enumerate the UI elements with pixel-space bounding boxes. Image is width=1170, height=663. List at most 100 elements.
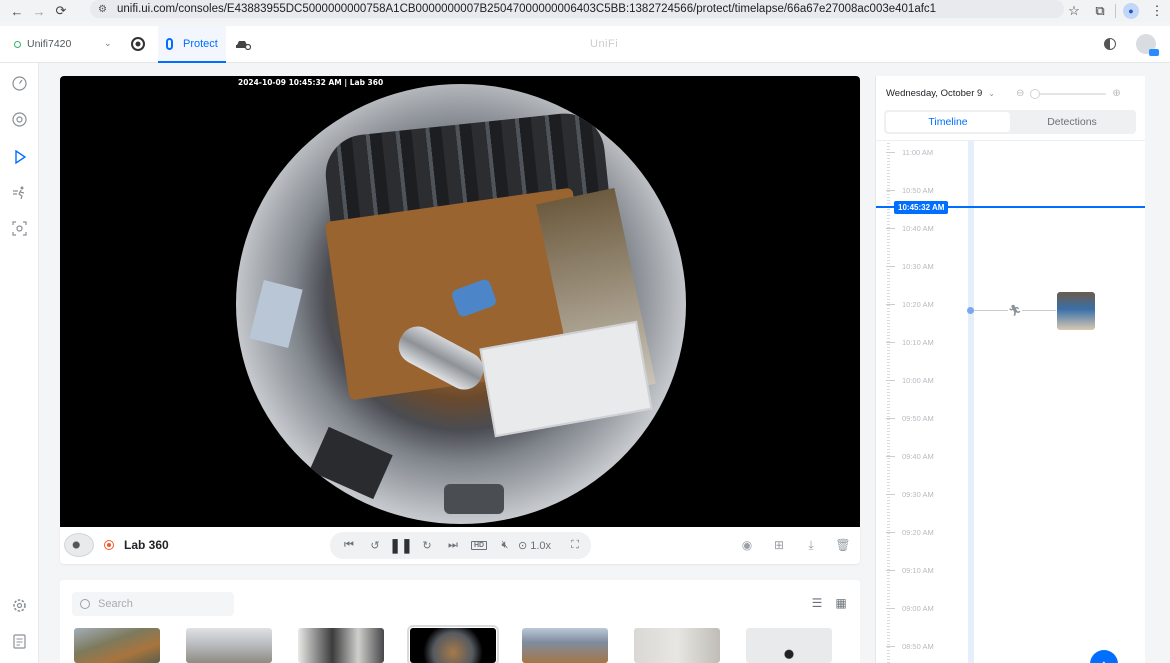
online-status-icon — [14, 40, 21, 48]
camera-thumbnail[interactable] — [186, 628, 272, 663]
timeline-tick: 10:20 AM — [886, 300, 934, 309]
video-timestamp-overlay: 2024-10-09 10:45:32 AM | Lab 360 — [238, 78, 384, 87]
protect-app-tab[interactable]: Protect — [158, 26, 226, 63]
back-icon[interactable]: ← — [6, 0, 28, 22]
camera-thumbnail-selected[interactable] — [407, 625, 499, 663]
address-bar[interactable]: ⚙ unifi.ui.com/consoles/E43883955DC50000… — [90, 0, 1064, 18]
camera-thumbnail[interactable] — [634, 628, 720, 663]
timeline-tabs: Timeline Detections — [884, 110, 1136, 134]
playhead-time[interactable]: 10:45:32 AM — [894, 201, 949, 214]
right-gutter — [1145, 63, 1170, 663]
timeline-tick: 10:30 AM — [886, 262, 934, 271]
timeline-tick: 11:00 AM — [886, 148, 933, 157]
camera-thumbnail[interactable] — [746, 628, 832, 663]
floor-mat — [309, 426, 393, 500]
speed-label: 1.0x — [530, 539, 552, 552]
mute-icon[interactable]: 🔇︎ — [492, 532, 518, 559]
car-settings-icon[interactable] — [235, 36, 251, 52]
search-icon — [80, 599, 90, 609]
floor-plate — [444, 484, 504, 514]
search-input[interactable] — [98, 598, 218, 610]
site-info-icon[interactable]: ⚙ — [98, 4, 107, 15]
timeline-tick: 09:40 AM — [886, 452, 934, 461]
scroll-to-live-button[interactable]: ↑ — [1090, 650, 1118, 663]
reload-icon[interactable]: ⟳ — [50, 0, 72, 22]
playback-icon[interactable] — [11, 148, 28, 165]
grid-view-icon[interactable]: ▦ — [834, 596, 848, 610]
settings-gear-icon[interactable] — [11, 597, 28, 614]
timeline-tick: 10:10 AM — [886, 338, 934, 347]
camera-list-panel: ☰ ▦ — [60, 580, 860, 663]
search-box[interactable] — [72, 592, 234, 616]
avatar-badge — [1149, 49, 1159, 56]
extensions-icon[interactable]: ⧉ — [1087, 0, 1113, 22]
divider — [876, 140, 1146, 141]
timeline-tick: 10:00 AM — [886, 376, 934, 385]
camera-name[interactable]: Lab 360 — [124, 538, 169, 552]
user-avatar[interactable] — [1136, 34, 1159, 56]
timeline-tick: 09:50 AM — [886, 414, 934, 423]
url-text[interactable]: unifi.ui.com/consoles/E43883955DC5000000… — [117, 3, 936, 15]
theme-toggle-icon[interactable] — [1104, 38, 1116, 50]
bookmark-star-icon[interactable]: ☆ — [1061, 0, 1087, 22]
video-player[interactable]: 2024-10-09 10:45:32 AM | Lab 360 — [60, 76, 860, 527]
skip-next-icon[interactable]: ⏭ — [440, 532, 466, 559]
browser-menu-icon[interactable]: ⋮ — [1144, 0, 1170, 22]
playback-controls: ⏮ ↺ ❚❚ ↻ ⏭ HD 🔇︎ ⊙ 1.0x ⛶ — [330, 532, 591, 559]
event-marker[interactable] — [967, 307, 974, 314]
camera-model-icon — [64, 533, 94, 557]
multiview-icon[interactable]: ⊞ — [770, 535, 788, 555]
snapshot-icon[interactable]: ◉ — [738, 535, 756, 555]
fisheye-camera-frame — [236, 84, 686, 524]
skip-to-start-icon[interactable]: ⏮ — [336, 532, 362, 559]
timeline-tick: 10:40 AM — [886, 224, 934, 233]
rewind-icon[interactable]: ↺ — [362, 532, 388, 559]
camera-thumbnail[interactable] — [522, 628, 608, 663]
list-view-icon[interactable]: ☰ — [810, 596, 824, 610]
hd-quality-icon[interactable]: HD — [466, 532, 492, 559]
face-recognition-icon[interactable] — [11, 220, 28, 237]
camera-thumbnail[interactable] — [74, 628, 160, 663]
pause-icon[interactable]: ❚❚ — [388, 532, 414, 559]
tab-detections[interactable]: Detections — [1010, 112, 1134, 132]
timeline-tick: 09:20 AM — [886, 528, 934, 537]
zoom-in-icon[interactable]: ⊕ — [1112, 88, 1120, 99]
timeline-tick: 09:30 AM — [886, 490, 934, 499]
fullscreen-icon[interactable]: ⛶ — [562, 532, 588, 559]
timeline-tick: 09:00 AM — [886, 604, 934, 613]
recording-indicator-icon — [104, 540, 114, 550]
playback-speed[interactable]: ⊙ 1.0x — [518, 539, 562, 553]
fast-forward-icon[interactable]: ↻ — [414, 532, 440, 559]
person-motion-icon: 🏃︎ — [1008, 303, 1022, 317]
zoom-out-icon[interactable]: ⊖ — [1016, 88, 1024, 99]
date-selector[interactable]: Wednesday, October 9 ⌄ — [886, 88, 995, 99]
profile-icon[interactable]: ● — [1118, 0, 1144, 22]
toolbar-divider — [1115, 4, 1116, 18]
detection-thumbnail[interactable] — [1057, 292, 1095, 330]
tab-timeline[interactable]: Timeline — [886, 112, 1010, 132]
unifi-os-icon[interactable] — [130, 36, 146, 52]
console-name[interactable]: Unifi7420 — [27, 38, 71, 50]
forward-icon[interactable]: → — [28, 0, 50, 22]
chevron-down-icon[interactable]: ⌄ — [104, 38, 112, 49]
devices-icon[interactable] — [11, 111, 28, 128]
chevron-down-icon[interactable]: ⌄ — [988, 89, 995, 98]
detections-icon[interactable] — [11, 184, 28, 201]
app-header: Unifi7420 ⌄ Protect UniFi — [0, 26, 1170, 63]
delete-trash-icon[interactable]: 🗑︎ — [834, 535, 852, 555]
camera-thumbnail[interactable] — [298, 628, 384, 663]
zoom-slider-handle[interactable] — [1030, 88, 1041, 99]
speed-icon: ⊙ — [518, 540, 528, 552]
player-control-bar: Lab 360 ⏮ ↺ ❚❚ ↻ ⏭ HD 🔇︎ ⊙ 1.0x ⛶ ◉ ⊞ ⤓ … — [60, 527, 860, 564]
dashboard-icon[interactable] — [11, 75, 28, 92]
left-navigation-rail — [0, 63, 39, 663]
download-icon[interactable]: ⤓ — [802, 535, 820, 555]
recording-track[interactable] — [968, 141, 974, 663]
logs-icon[interactable] — [11, 633, 28, 650]
timeline-scale[interactable] — [887, 141, 890, 663]
date-label[interactable]: Wednesday, October 9 — [886, 88, 982, 99]
zoom-slider[interactable] — [1030, 88, 1107, 99]
console-selector[interactable]: Unifi7420 — [14, 38, 71, 50]
timeline-tick: 08:50 AM — [886, 642, 934, 651]
zoom-control: ⊖ ⊕ — [1016, 88, 1121, 99]
